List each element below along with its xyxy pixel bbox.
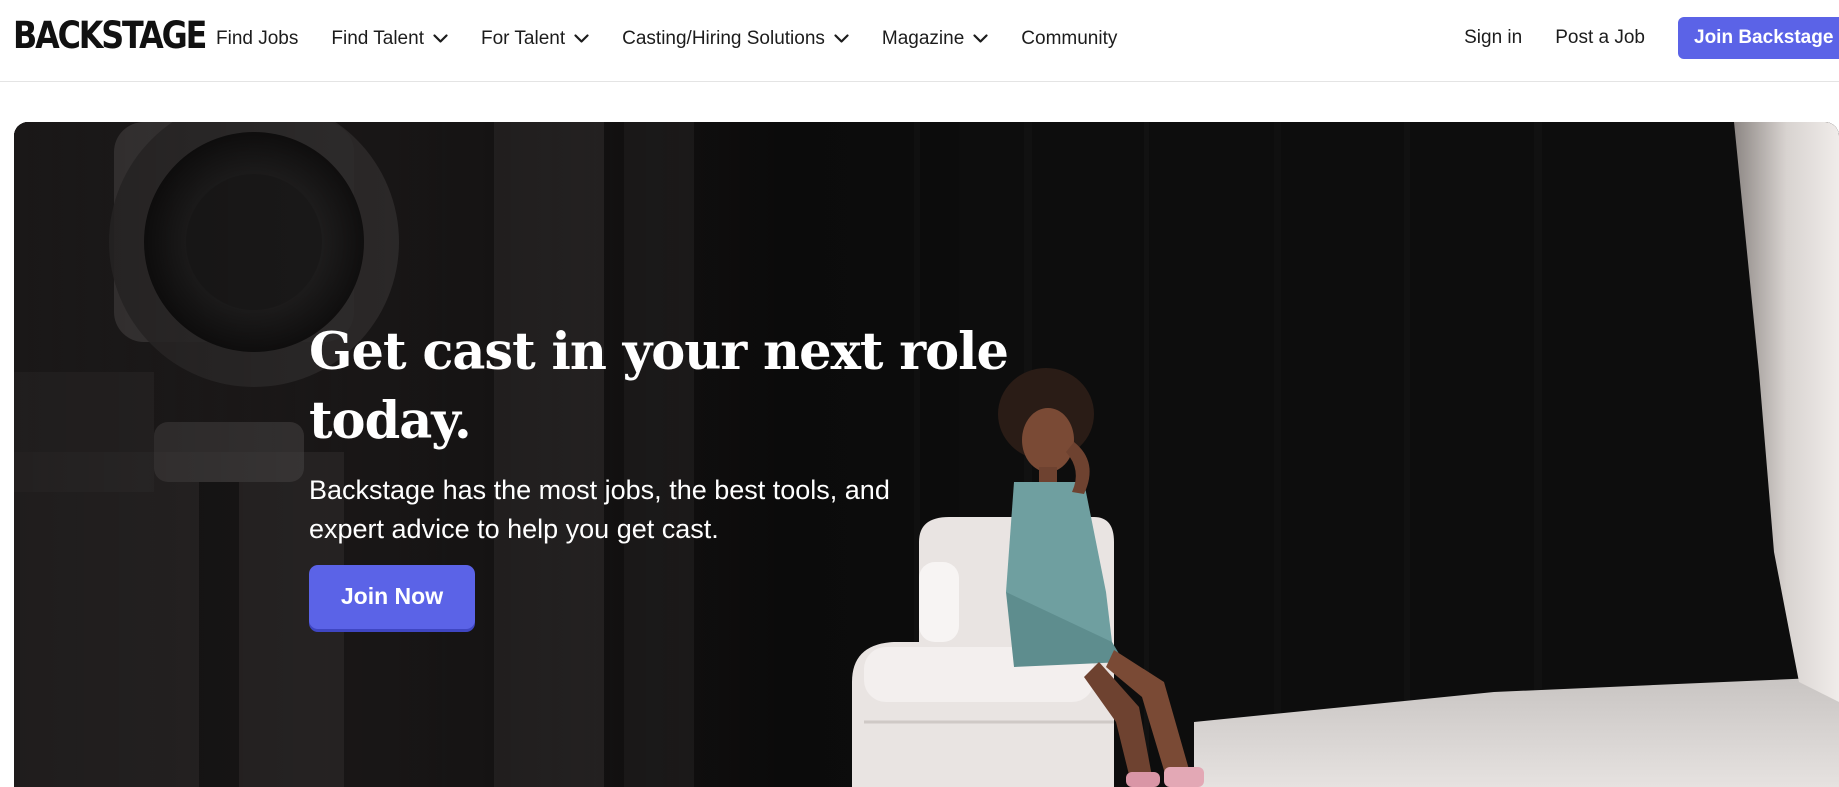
hero-banner: Get cast in your next role today. Backst… xyxy=(14,122,1839,787)
nav-item-label: Casting/Hiring Solutions xyxy=(622,28,825,49)
nav-item-find-jobs[interactable]: Find Jobs xyxy=(216,24,298,54)
nav-item-find-talent[interactable]: Find Talent xyxy=(331,24,448,54)
nav-item-magazine[interactable]: Magazine xyxy=(882,24,988,54)
nav-item-label: For Talent xyxy=(480,28,566,49)
nav-item-label: Community xyxy=(1021,28,1118,49)
nav-item-label: Magazine xyxy=(881,28,965,49)
backstage-logo[interactable]: BACKSTAGE xyxy=(13,16,207,56)
hero-subtitle: Backstage has the most jobs, the best to… xyxy=(309,475,890,544)
chevron-down-icon xyxy=(433,34,448,43)
post-a-job-link[interactable]: Post a Job xyxy=(1555,27,1645,49)
sign-in-link[interactable]: Sign in xyxy=(1464,27,1522,49)
top-navbar: BACKSTAGE Find Jobs Find Talent For Tale… xyxy=(0,0,1839,82)
nav-item-for-talent[interactable]: For Talent xyxy=(481,24,589,54)
chevron-down-icon xyxy=(834,34,849,43)
join-now-button[interactable]: Join Now xyxy=(309,565,475,629)
join-backstage-button[interactable]: Join Backstage xyxy=(1678,17,1839,59)
main-nav: Find Jobs Find Talent For Talent Casting… xyxy=(216,24,1150,54)
nav-item-label: Find Jobs xyxy=(216,28,299,49)
nav-item-community[interactable]: Community xyxy=(1021,24,1117,54)
chevron-down-icon xyxy=(973,34,988,43)
nav-account-actions: Sign in Post a Job Join Backstage xyxy=(1464,17,1839,59)
chevron-down-icon xyxy=(574,34,589,43)
nav-item-label: Find Talent xyxy=(331,28,424,49)
hero-title: Get cast in your next role today. xyxy=(309,322,1009,452)
nav-item-casting-hiring-solutions[interactable]: Casting/Hiring Solutions xyxy=(622,24,849,54)
